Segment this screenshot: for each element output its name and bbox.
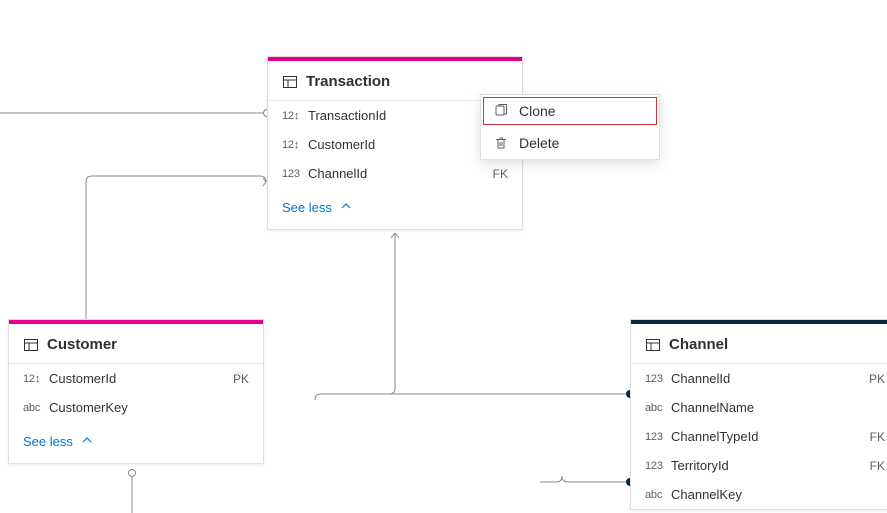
context-menu: Clone Delete bbox=[480, 94, 660, 160]
chevron-up-icon bbox=[338, 198, 354, 217]
field-name: TransactionId bbox=[308, 108, 500, 123]
menu-clone-label: Clone bbox=[519, 103, 556, 119]
field-name: ChannelTypeId bbox=[671, 429, 862, 444]
see-less-toggle[interactable]: See less bbox=[9, 422, 263, 463]
entity-title: Channel bbox=[669, 336, 728, 353]
table-icon bbox=[282, 74, 298, 90]
field-name: ChannelId bbox=[308, 166, 485, 181]
entity-customer[interactable]: Customer 12↕ CustomerId PK abc CustomerK… bbox=[8, 319, 264, 464]
field-key: FK bbox=[862, 430, 885, 444]
see-less-label: See less bbox=[23, 434, 73, 449]
entity-header[interactable]: Channel bbox=[631, 324, 887, 364]
field-name: CustomerId bbox=[308, 137, 500, 152]
see-less-label: See less bbox=[282, 200, 332, 215]
field-type: 12↕ bbox=[282, 139, 308, 151]
field-type: 123 bbox=[645, 431, 671, 443]
field-type: 123 bbox=[282, 168, 308, 180]
field-key: FK bbox=[485, 167, 508, 181]
field-type: abc bbox=[645, 402, 671, 414]
field-name: CustomerKey bbox=[49, 400, 241, 415]
field-row[interactable]: 123 ChannelId PK bbox=[631, 364, 887, 393]
field-name: ChannelId bbox=[671, 371, 861, 386]
field-name: ChannelKey bbox=[671, 487, 877, 502]
field-type: abc bbox=[645, 489, 671, 501]
entity-title: Transaction bbox=[306, 73, 390, 90]
menu-delete[interactable]: Delete bbox=[481, 127, 659, 159]
field-type: 12↕ bbox=[282, 110, 308, 122]
field-row[interactable]: 123 TerritoryId FK bbox=[631, 451, 887, 480]
field-name: CustomerId bbox=[49, 371, 225, 386]
delete-icon bbox=[493, 135, 509, 151]
diagram-canvas[interactable]: Transaction 12↕ TransactionId 12↕ Custom… bbox=[0, 0, 887, 513]
field-row[interactable]: abc CustomerKey bbox=[9, 393, 263, 422]
menu-delete-label: Delete bbox=[519, 135, 559, 151]
clone-icon bbox=[493, 103, 509, 119]
field-key: FK bbox=[862, 459, 885, 473]
table-icon bbox=[645, 337, 661, 353]
table-icon bbox=[23, 337, 39, 353]
see-less-toggle[interactable]: See less bbox=[268, 188, 522, 229]
entity-title: Customer bbox=[47, 336, 117, 353]
field-name: TerritoryId bbox=[671, 458, 862, 473]
field-row[interactable]: abc ChannelName bbox=[631, 393, 887, 422]
chevron-up-icon bbox=[79, 432, 95, 451]
entity-header[interactable]: Customer bbox=[9, 324, 263, 364]
field-type: abc bbox=[23, 402, 49, 414]
entity-channel[interactable]: Channel 123 ChannelId PK abc ChannelName… bbox=[630, 319, 887, 510]
field-row[interactable]: 12↕ CustomerId PK bbox=[9, 364, 263, 393]
field-type: 12↕ bbox=[23, 373, 49, 385]
menu-clone[interactable]: Clone bbox=[481, 95, 659, 127]
field-key: PK bbox=[225, 372, 249, 386]
field-type: 123 bbox=[645, 373, 671, 385]
field-row[interactable]: 123 ChannelTypeId FK bbox=[631, 422, 887, 451]
field-type: 123 bbox=[645, 460, 671, 472]
field-name: ChannelName bbox=[671, 400, 877, 415]
connector-dot bbox=[128, 469, 136, 477]
field-key: PK bbox=[861, 372, 885, 386]
field-row[interactable]: 123 ChannelId FK bbox=[268, 159, 522, 188]
field-row[interactable]: abc ChannelKey bbox=[631, 480, 887, 509]
